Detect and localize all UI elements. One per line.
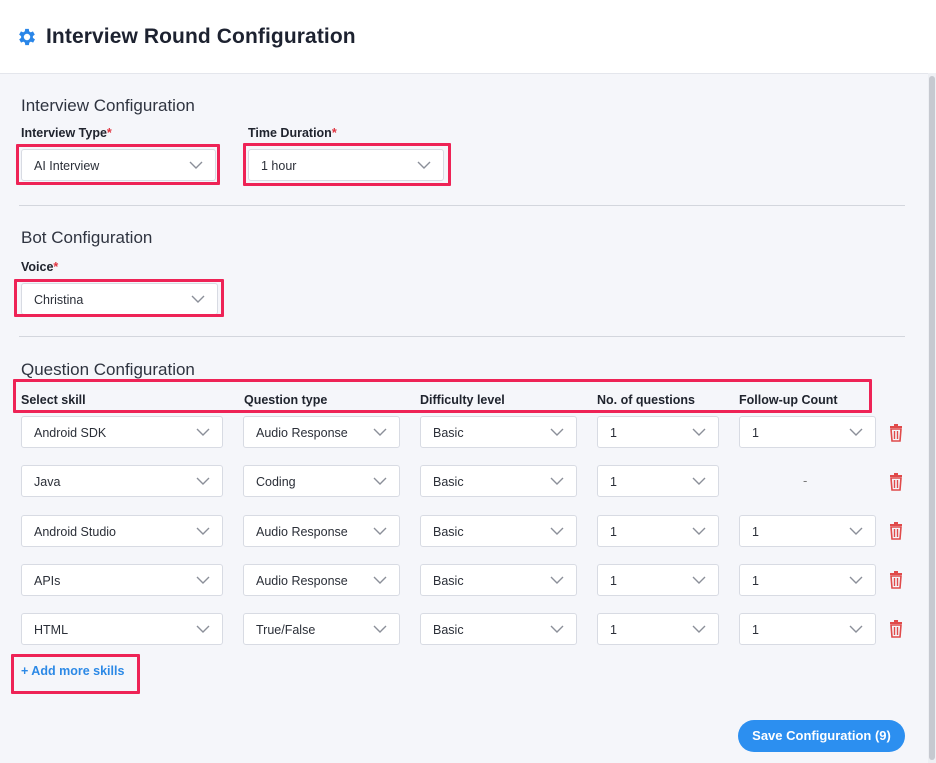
chevron-down-icon: [196, 428, 210, 437]
chevron-down-icon: [692, 576, 706, 585]
chevron-down-icon: [373, 576, 387, 585]
column-header-skill: Select skill: [21, 393, 86, 407]
question-count-select[interactable]: 1: [597, 416, 719, 448]
difficulty-select[interactable]: Basic: [420, 613, 577, 645]
chevron-down-icon: [196, 576, 210, 585]
delete-row-icon[interactable]: [888, 522, 904, 540]
skill-select[interactable]: Android SDK: [21, 416, 223, 448]
question-count-select[interactable]: 1: [597, 564, 719, 596]
column-header-followup-count: Follow-up Count: [739, 393, 838, 407]
followup-count-select[interactable]: 1: [739, 416, 876, 448]
chevron-down-icon: [196, 625, 210, 634]
skill-select[interactable]: HTML: [21, 613, 223, 645]
section-title-bot: Bot Configuration: [21, 228, 153, 247]
time-duration-select[interactable]: 1 hour: [248, 149, 444, 181]
interview-type-label: Interview Type*: [21, 126, 112, 140]
chevron-down-icon: [373, 428, 387, 437]
question-type-select[interactable]: Audio Response: [243, 416, 400, 448]
chevron-down-icon: [373, 625, 387, 634]
chevron-down-icon: [550, 625, 564, 634]
delete-row-icon[interactable]: [888, 571, 904, 589]
followup-count-select[interactable]: 1: [739, 515, 876, 547]
skill-select[interactable]: Java: [21, 465, 223, 497]
delete-row-icon[interactable]: [888, 473, 904, 491]
followup-count-select[interactable]: 1: [739, 613, 876, 645]
required-mark: *: [106, 126, 112, 140]
chevron-down-icon: [849, 428, 863, 437]
question-type-select[interactable]: Audio Response: [243, 515, 400, 547]
question-type-select[interactable]: True/False: [243, 613, 400, 645]
interview-type-select[interactable]: AI Interview: [21, 149, 216, 181]
voice-select[interactable]: Christina: [21, 283, 218, 315]
chevron-down-icon: [692, 527, 706, 536]
skill-select[interactable]: APIs: [21, 564, 223, 596]
question-type-select[interactable]: Coding: [243, 465, 400, 497]
question-count-select[interactable]: 1: [597, 465, 719, 497]
column-header-question-type: Question type: [244, 393, 328, 407]
delete-row-icon[interactable]: [888, 424, 904, 442]
chevron-down-icon: [550, 428, 564, 437]
divider: [19, 205, 905, 206]
delete-row-icon[interactable]: [888, 620, 904, 638]
gear-icon: [19, 28, 35, 46]
chevron-down-icon: [189, 161, 203, 170]
chevron-down-icon: [417, 161, 431, 170]
chevron-down-icon: [849, 527, 863, 536]
chevron-down-icon: [692, 625, 706, 634]
chevron-down-icon: [849, 625, 863, 634]
chevron-down-icon: [196, 527, 210, 536]
chevron-down-icon: [373, 477, 387, 486]
followup-count-empty: -: [803, 473, 808, 488]
chevron-down-icon: [692, 428, 706, 437]
difficulty-select[interactable]: Basic: [420, 564, 577, 596]
chevron-down-icon: [849, 576, 863, 585]
column-header-difficulty: Difficulty level: [420, 393, 505, 407]
question-count-select[interactable]: 1: [597, 515, 719, 547]
save-configuration-button[interactable]: Save Configuration (9): [738, 720, 905, 752]
column-header-question-count: No. of questions: [597, 393, 695, 407]
chevron-down-icon: [550, 527, 564, 536]
page-title: Interview Round Configuration: [46, 25, 356, 48]
question-count-select[interactable]: 1: [597, 613, 719, 645]
question-type-select[interactable]: Audio Response: [243, 564, 400, 596]
required-mark: *: [331, 126, 337, 140]
add-more-skills-link[interactable]: + Add more skills: [21, 664, 124, 678]
chevron-down-icon: [550, 477, 564, 486]
difficulty-select[interactable]: Basic: [420, 416, 577, 448]
chevron-down-icon: [692, 477, 706, 486]
divider: [19, 336, 905, 337]
chevron-down-icon: [550, 576, 564, 585]
time-duration-label: Time Duration*: [248, 126, 337, 140]
chevron-down-icon: [196, 477, 210, 486]
voice-label: Voice*: [21, 260, 59, 274]
section-title-question: Question Configuration: [21, 360, 195, 379]
followup-count-select[interactable]: 1: [739, 564, 876, 596]
section-title-interview: Interview Configuration: [21, 96, 195, 115]
skill-select[interactable]: Android Studio: [21, 515, 223, 547]
difficulty-select[interactable]: Basic: [420, 515, 577, 547]
chevron-down-icon: [191, 295, 205, 304]
chevron-down-icon: [373, 527, 387, 536]
scrollbar-thumb[interactable]: [929, 76, 935, 760]
difficulty-select[interactable]: Basic: [420, 465, 577, 497]
page-header: Interview Round Configuration: [0, 0, 936, 73]
required-mark: *: [53, 260, 59, 274]
